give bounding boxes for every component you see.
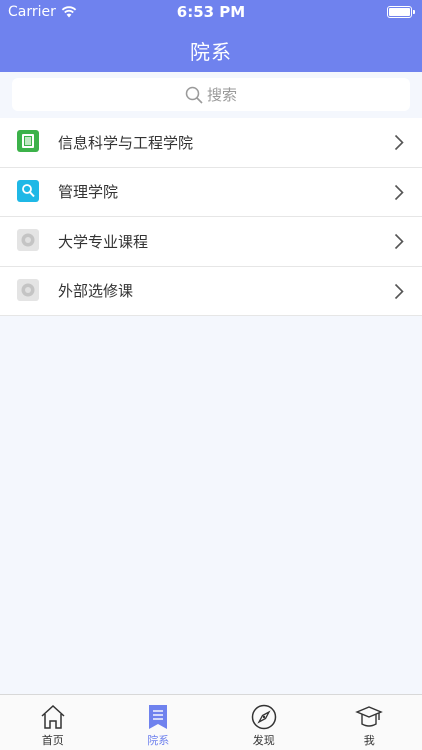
search-input[interactable]: 搜索	[12, 78, 410, 111]
search-placeholder: 搜索	[206, 86, 237, 104]
tab-departments[interactable]: 院系	[106, 695, 212, 750]
tab-label: 发现	[252, 734, 275, 747]
tab-label: 我	[363, 734, 375, 747]
battery-icon	[387, 6, 415, 18]
search-bar-container: 搜索	[0, 72, 422, 118]
tab-bar: 首页 院系 发现 我	[0, 694, 422, 750]
tab-label: 院系	[147, 734, 170, 747]
page-title: 院系	[190, 40, 232, 64]
status-time: 6:53 PM	[176, 3, 246, 21]
home-icon	[41, 704, 65, 729]
search-icon	[185, 86, 203, 104]
tab-label: 首页	[41, 734, 64, 747]
magnifier-icon	[17, 179, 39, 202]
list-bookmark-icon	[149, 705, 168, 729]
placeholder-image-icon	[17, 229, 39, 251]
chevron-right-icon	[394, 134, 404, 151]
chevron-right-icon	[394, 233, 404, 250]
tab-discover[interactable]: 发现	[211, 695, 317, 750]
tab-me[interactable]: 我	[317, 695, 422, 750]
department-label: 外部选修课	[58, 282, 134, 301]
book-icon	[17, 130, 39, 152]
graduation-cap-icon	[355, 706, 384, 727]
department-list: 信息科学与工程学院 管理学院 大学专业课程 外部选修课	[0, 118, 422, 316]
tab-home[interactable]: 首页	[0, 695, 106, 750]
department-item[interactable]: 信息科学与工程学院	[0, 118, 422, 168]
navigation-header: Carrier 6:53 PM 院系	[0, 0, 422, 72]
department-label: 信息科学与工程学院	[58, 133, 194, 152]
status-bar: Carrier 6:53 PM	[0, 0, 422, 24]
department-item[interactable]: 外部选修课	[0, 267, 422, 316]
placeholder-image-icon	[17, 278, 39, 301]
department-item[interactable]: 管理学院	[0, 168, 422, 217]
department-label: 管理学院	[58, 183, 119, 202]
compass-icon	[251, 704, 276, 730]
department-item[interactable]: 大学专业课程	[0, 217, 422, 267]
chevron-right-icon	[394, 184, 404, 200]
department-label: 大学专业课程	[58, 232, 149, 251]
chevron-right-icon	[394, 283, 404, 299]
